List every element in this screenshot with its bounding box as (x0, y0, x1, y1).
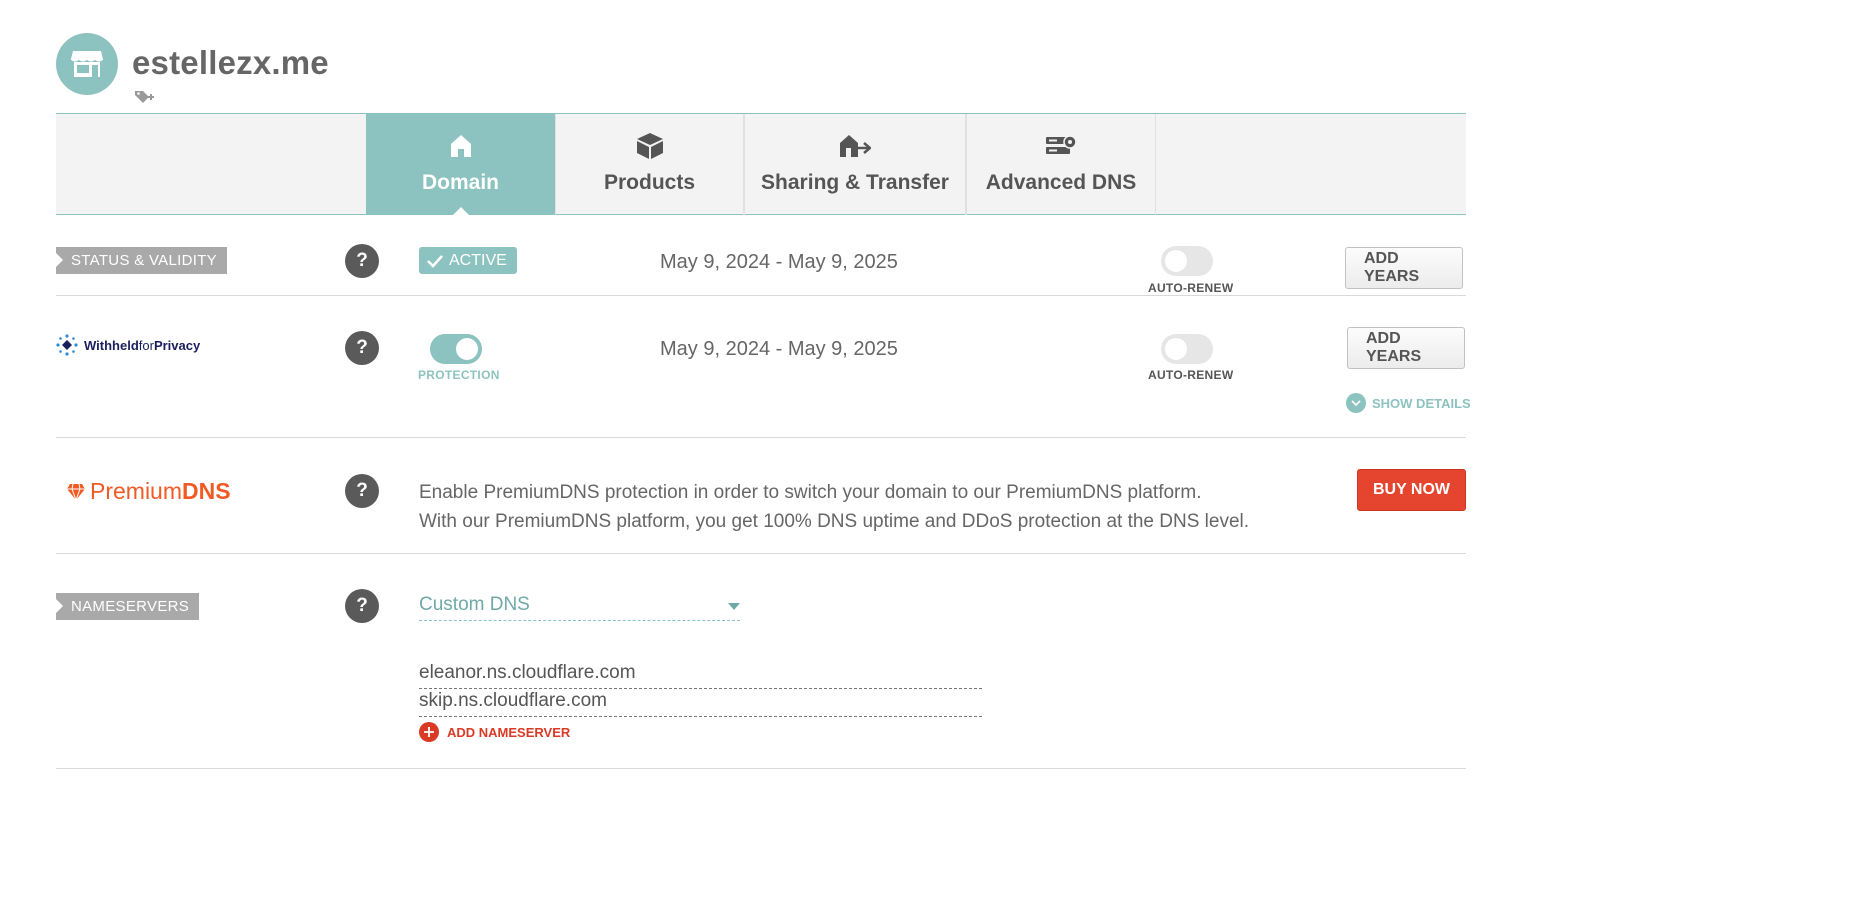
tab-advanced-dns[interactable]: Advanced DNS (966, 114, 1156, 215)
privacy-diamond-icon (56, 334, 78, 356)
tab-label: Domain (421, 171, 499, 194)
add-nameserver-label: ADD NAMESERVER (447, 724, 571, 740)
brand-privacy: Privacy (153, 337, 201, 353)
premium-line-2: With our PremiumDNS platform, you get 10… (419, 511, 1250, 532)
auto-renew-caption: AUTO-RENEW (1148, 368, 1234, 382)
registration-dates: May 9, 2024 - May 9, 2025 (660, 251, 898, 273)
tab-products[interactable]: Products (555, 114, 744, 215)
plus-icon (419, 722, 439, 742)
domain-tab-bar: Domain Products Sharing & Transfer Advan… (56, 113, 1466, 216)
privacy-help-button[interactable]: ? (345, 331, 379, 365)
chevron-down-icon (1346, 393, 1366, 413)
domain-title: estellezx.me (132, 44, 329, 81)
checkmark-icon (427, 254, 443, 268)
premium-description: Enable PremiumDNS protection in order to… (419, 478, 1249, 536)
tab-label: Advanced DNS (985, 171, 1137, 194)
privacy-protection-toggle[interactable] (430, 334, 482, 364)
tab-label: Products (603, 171, 695, 194)
brand-withheld: Withheld (84, 337, 139, 353)
dns-type-select[interactable]: Custom DNS (419, 594, 740, 621)
dns-type-value: Custom DNS (419, 594, 530, 615)
divider (56, 553, 1466, 554)
buy-now-button[interactable]: BUY NOW (1357, 469, 1466, 511)
domain-avatar (56, 33, 118, 95)
gem-icon (67, 483, 85, 501)
caret-down-icon (728, 603, 740, 610)
withheld-for-privacy-logo: WithheldforPrivacy (56, 334, 200, 356)
show-details-label: SHOW DETAILS (1372, 395, 1471, 411)
add-tag-icon[interactable] (134, 88, 158, 111)
brand-dns: DNS (182, 478, 231, 504)
divider (56, 437, 1466, 438)
show-details-link[interactable]: SHOW DETAILS (1346, 393, 1471, 413)
privacy-add-years-button[interactable]: ADD YEARS (1347, 327, 1465, 369)
tab-label: Sharing & Transfer (761, 171, 949, 194)
domain-add-years-button[interactable]: ADD YEARS (1345, 247, 1463, 289)
box-icon (636, 132, 664, 160)
status-badge: ACTIVE (419, 247, 517, 274)
tab-domain[interactable]: Domain (366, 114, 555, 216)
auto-renew-caption: AUTO-RENEW (1148, 281, 1234, 295)
server-gear-icon (1045, 132, 1077, 160)
privacy-dates: May 9, 2024 - May 9, 2025 (660, 338, 898, 360)
home-icon (450, 132, 472, 160)
domain-auto-renew-toggle[interactable] (1161, 246, 1213, 276)
nameservers-label: NAMESERVERS (56, 593, 200, 620)
tab-sharing-transfer[interactable]: Sharing & Transfer (744, 114, 966, 215)
nameserver-input-1[interactable]: eleanor.ns.cloudflare.com (419, 662, 982, 689)
premium-dns-logo: PremiumDNS (66, 478, 231, 505)
brand-premium: Premium (90, 478, 183, 504)
nameservers-help-button[interactable]: ? (345, 589, 379, 623)
status-help-button[interactable]: ? (345, 244, 379, 278)
brand-for: for (138, 337, 154, 353)
status-badge-text: ACTIVE (449, 252, 507, 269)
status-validity-label: STATUS & VALIDITY (56, 247, 227, 274)
storefront-icon (70, 51, 104, 77)
add-nameserver-link[interactable]: ADD NAMESERVER (419, 722, 570, 742)
divider (56, 768, 1466, 769)
house-transfer-icon (839, 132, 871, 160)
nameserver-input-2[interactable]: skip.ns.cloudflare.com (419, 690, 982, 717)
premium-line-1: Enable PremiumDNS protection in order to… (419, 482, 1202, 503)
divider (56, 295, 1466, 296)
premium-help-button[interactable]: ? (345, 474, 379, 508)
protection-caption: PROTECTION (418, 368, 500, 382)
privacy-auto-renew-toggle[interactable] (1161, 334, 1213, 364)
